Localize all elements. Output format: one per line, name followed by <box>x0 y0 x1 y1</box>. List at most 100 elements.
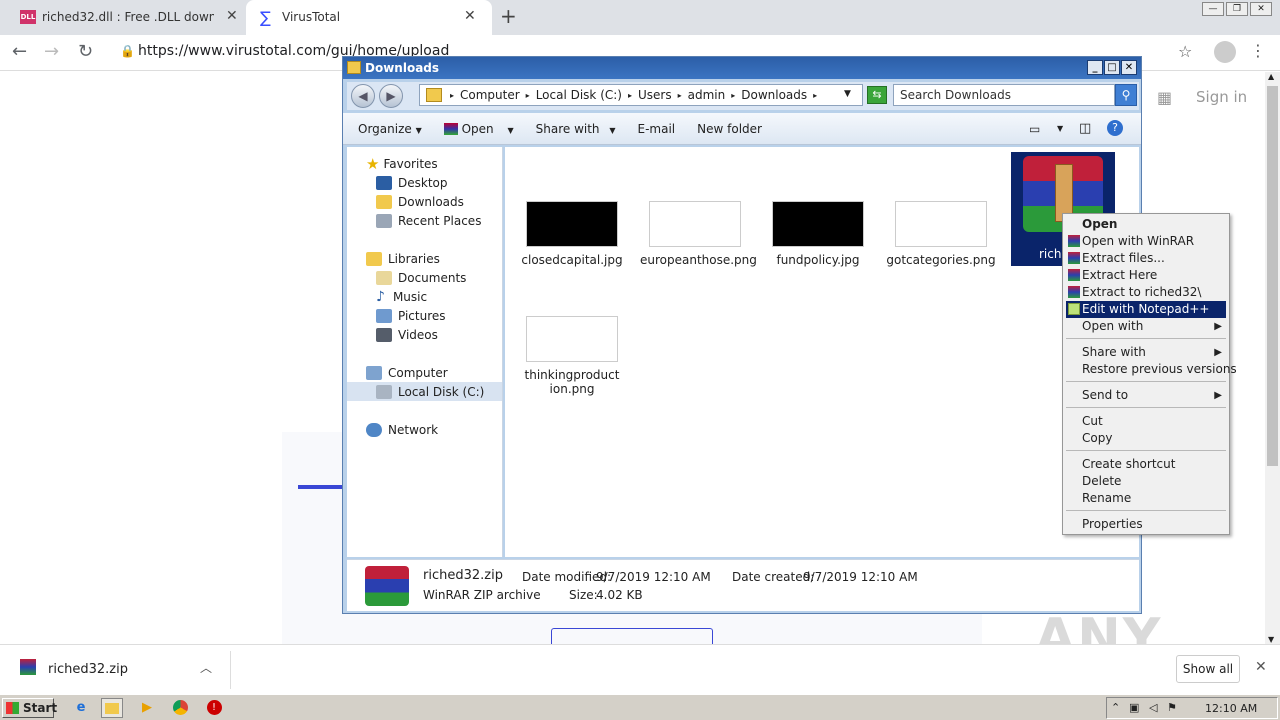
chevron-right-icon[interactable]: ▸ <box>628 91 632 100</box>
tab-virustotal[interactable]: ∑ VirusTotal ✕ <box>246 0 492 35</box>
file-item[interactable]: closedcapital.jpg <box>517 201 627 267</box>
nav-desktop[interactable]: Desktop <box>347 173 502 192</box>
start-button[interactable]: Start <box>2 698 57 718</box>
view-options-icon[interactable]: ▭ <box>1029 122 1040 136</box>
breadcrumb-users[interactable]: Users <box>638 88 672 102</box>
menu-item-cut[interactable]: Cut <box>1066 413 1226 430</box>
menu-item-extract-files[interactable]: Extract files... <box>1066 250 1226 267</box>
breadcrumb-downloads[interactable]: Downloads <box>741 88 807 102</box>
chevron-right-icon[interactable]: ▸ <box>731 91 735 100</box>
file-item[interactable]: fundpolicy.jpg <box>763 201 873 267</box>
search-icon[interactable]: ⚲ <box>1115 84 1137 106</box>
maximize-icon[interactable]: □ <box>1104 60 1120 75</box>
tray-expand-icon[interactable]: ⌃ <box>1111 701 1120 714</box>
refresh-icon[interactable]: ⇆ <box>867 86 887 104</box>
file-item[interactable]: europeanthose.png <box>640 201 757 267</box>
minimize-icon[interactable]: _ <box>1087 60 1103 75</box>
open-button[interactable]: Open ▼ <box>443 122 514 136</box>
close-icon[interactable]: ✕ <box>1255 659 1267 675</box>
menu-item-copy[interactable]: Copy <box>1066 430 1226 447</box>
close-window-icon[interactable]: ✕ <box>1121 60 1137 75</box>
profile-avatar-icon[interactable] <box>1214 41 1236 63</box>
help-icon[interactable]: ? <box>1107 120 1123 136</box>
ie-icon[interactable]: e <box>70 698 92 718</box>
scroll-up-icon[interactable]: ▲ <box>1268 72 1274 81</box>
breadcrumb-admin[interactable]: admin <box>688 88 726 102</box>
nav-libraries[interactable]: Libraries <box>347 249 502 268</box>
menu-item-open-with-winrar[interactable]: Open with WinRAR <box>1066 233 1226 250</box>
nav-favorites[interactable]: ★ Favorites <box>347 154 502 173</box>
new-folder-button[interactable]: New folder <box>697 122 762 136</box>
nav-recent-places[interactable]: Recent Places <box>347 211 502 230</box>
nav-local-disk[interactable]: Local Disk (C:) <box>347 382 502 401</box>
back-icon[interactable]: ← <box>12 41 27 62</box>
nav-network[interactable]: Network <box>347 420 502 439</box>
nav-pictures[interactable]: Pictures <box>347 306 502 325</box>
minimize-icon[interactable]: — <box>1202 2 1224 16</box>
nav-downloads[interactable]: Downloads <box>347 192 502 211</box>
back-icon[interactable]: ◀ <box>351 84 375 108</box>
chevron-down-icon[interactable]: ▼ <box>844 89 851 99</box>
stop-icon[interactable]: ! <box>203 698 225 718</box>
chevron-right-icon[interactable]: ▸ <box>678 91 682 100</box>
breadcrumb[interactable]: ▸ Computer ▸ Local Disk (C:) ▸ Users ▸ a… <box>419 84 863 106</box>
network-tray-icon[interactable]: ▣ <box>1129 701 1139 714</box>
download-item[interactable]: riched32.zip <box>48 662 128 677</box>
clock[interactable]: 12:10 AM <box>1205 702 1257 715</box>
menu-item-open-with[interactable]: Open with ▶ <box>1066 318 1226 335</box>
forward-icon[interactable]: → <box>44 41 59 62</box>
menu-item-rename[interactable]: Rename <box>1066 490 1226 507</box>
share-with-button[interactable]: Share with ▼ <box>536 122 616 136</box>
nav-music[interactable]: ♪ Music <box>347 287 502 306</box>
preview-pane-icon[interactable]: ◫ <box>1079 121 1091 136</box>
explorer-taskbar-icon[interactable] <box>101 698 123 718</box>
chrome-icon[interactable] <box>169 698 191 718</box>
close-window-icon[interactable]: ✕ <box>1250 2 1272 16</box>
menu-item-properties[interactable]: Properties <box>1066 516 1226 533</box>
apps-grid-icon[interactable]: ▦ <box>1157 88 1172 107</box>
chevron-right-icon[interactable]: ▸ <box>450 91 454 100</box>
menu-dots-icon[interactable]: ⋮ <box>1250 41 1266 60</box>
chevron-down-icon: ▼ <box>415 125 422 135</box>
close-icon[interactable]: ✕ <box>464 8 476 24</box>
action-center-flag-icon[interactable]: ⚑ <box>1167 701 1177 714</box>
show-all-button[interactable]: Show all <box>1176 655 1240 683</box>
email-button[interactable]: E-mail <box>638 122 676 136</box>
sound-icon[interactable]: ◁ <box>1149 701 1157 714</box>
menu-item-share-with[interactable]: Share with ▶ <box>1066 344 1226 361</box>
chevron-down-icon[interactable]: ▼ <box>1057 124 1063 133</box>
nav-computer[interactable]: Computer <box>347 363 502 382</box>
menu-item-open[interactable]: Open <box>1066 216 1226 233</box>
breadcrumb-computer[interactable]: Computer <box>460 88 520 102</box>
menu-item-delete[interactable]: Delete <box>1066 473 1226 490</box>
search-input[interactable]: Search Downloads <box>893 84 1115 106</box>
file-item[interactable]: thinkingproduction.png <box>517 316 627 396</box>
tab-dll[interactable]: DLL riched32.dll : Free .DLL download. -… <box>0 0 246 35</box>
new-tab-icon[interactable]: + <box>500 4 517 28</box>
folder-icon <box>105 703 119 714</box>
scrollbar-thumb[interactable] <box>1267 86 1278 466</box>
media-player-icon[interactable]: ▶ <box>136 698 158 718</box>
nav-videos[interactable]: Videos <box>347 325 502 344</box>
chevron-right-icon[interactable]: ▸ <box>526 91 530 100</box>
menu-item-create-shortcut[interactable]: Create shortcut <box>1066 456 1226 473</box>
nav-documents[interactable]: Documents <box>347 268 502 287</box>
reload-icon[interactable]: ↻ <box>78 41 93 62</box>
page-scrollbar[interactable]: ▲ ▼ <box>1265 72 1280 644</box>
menu-item-restore-previous[interactable]: Restore previous versions <box>1066 361 1237 378</box>
window-title-bar[interactable]: Downloads _ □ ✕ <box>343 57 1141 79</box>
organize-button[interactable]: Organize ▼ <box>358 122 422 136</box>
sign-in-link[interactable]: Sign in <box>1196 88 1247 106</box>
menu-item-extract-to[interactable]: Extract to riched32\ <box>1066 284 1226 301</box>
chevron-up-icon[interactable]: ︿ <box>200 659 212 676</box>
maximize-icon[interactable]: ❐ <box>1226 2 1248 16</box>
menu-item-edit-notepadpp[interactable]: Edit with Notepad++ <box>1066 301 1226 318</box>
forward-icon[interactable]: ▶ <box>379 84 403 108</box>
bookmark-star-icon[interactable]: ☆ <box>1178 42 1192 61</box>
breadcrumb-local-disk[interactable]: Local Disk (C:) <box>536 88 622 102</box>
file-item[interactable]: gotcategories.png <box>886 201 996 267</box>
chevron-right-icon[interactable]: ▸ <box>813 91 817 100</box>
menu-item-extract-here[interactable]: Extract Here <box>1066 267 1226 284</box>
menu-item-send-to[interactable]: Send to ▶ <box>1066 387 1226 404</box>
close-icon[interactable]: ✕ <box>226 8 238 24</box>
